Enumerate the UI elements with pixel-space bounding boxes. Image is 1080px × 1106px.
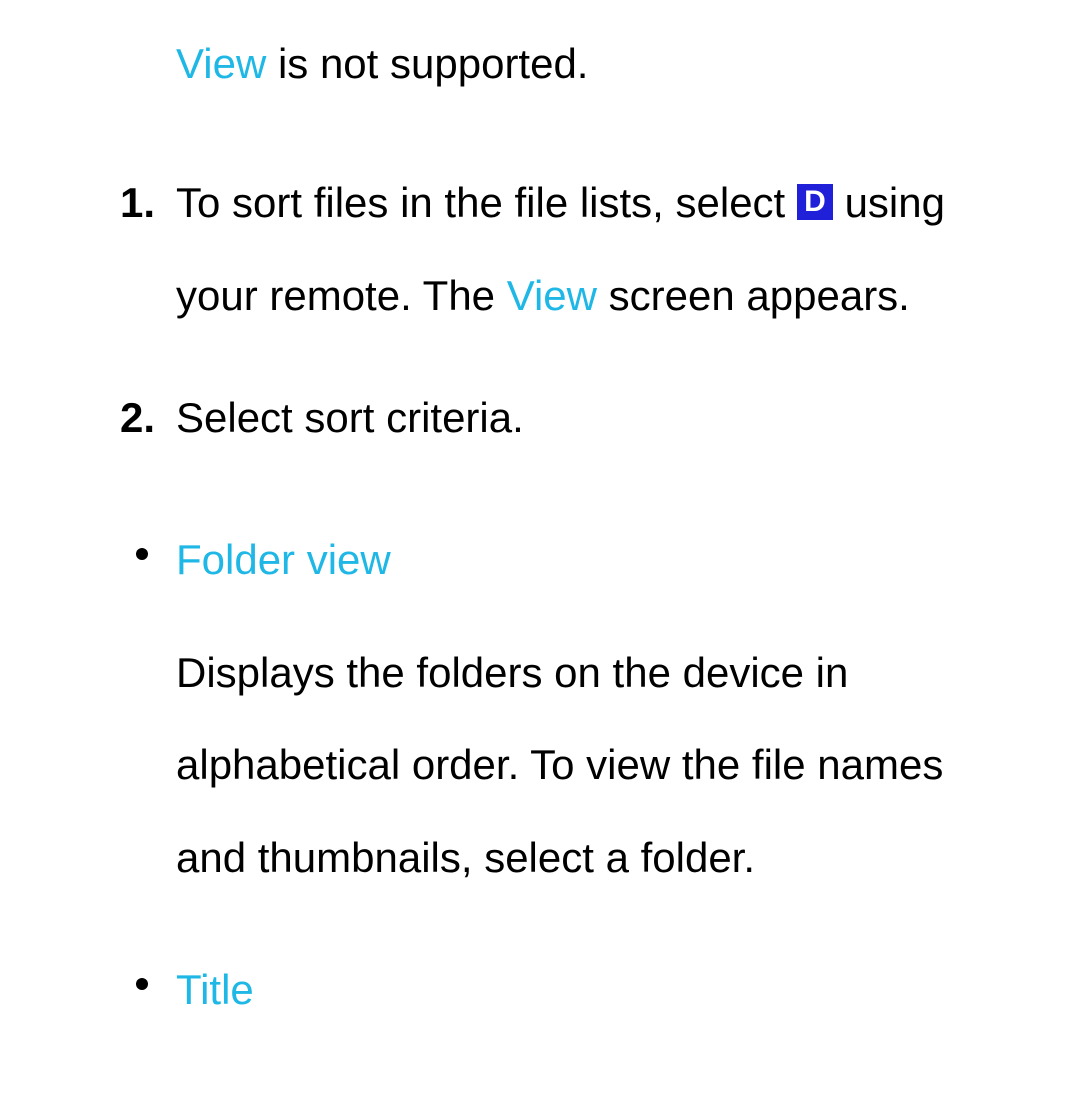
intro-rest: is not supported. bbox=[266, 40, 588, 87]
document-content: View is not supported. To sort files in … bbox=[0, 0, 1080, 1106]
step-2-text: Select sort criteria. bbox=[176, 394, 524, 441]
step-1-part3: screen appears. bbox=[597, 272, 910, 319]
criteria-folder-view: Folder view Displays the folders on the … bbox=[120, 514, 1020, 904]
step-2: Select sort criteria. bbox=[120, 372, 1020, 464]
criteria-list: Folder view Displays the folders on the … bbox=[120, 514, 1020, 1036]
criteria-title: Title bbox=[120, 944, 1020, 1036]
folder-view-title: Folder view bbox=[176, 514, 1020, 606]
view-keyword: View bbox=[176, 40, 266, 87]
intro-text: View is not supported. bbox=[176, 30, 1020, 97]
title-criteria-title: Title bbox=[176, 944, 1020, 1036]
step-1: To sort files in the file lists, select … bbox=[120, 157, 1020, 342]
d-button-icon: D bbox=[797, 184, 833, 220]
view-keyword-inline: View bbox=[507, 272, 597, 319]
step-1-part1: To sort files in the file lists, select bbox=[176, 179, 797, 226]
steps-list: To sort files in the file lists, select … bbox=[120, 157, 1020, 464]
folder-view-desc: Displays the folders on the device in al… bbox=[176, 627, 1020, 904]
